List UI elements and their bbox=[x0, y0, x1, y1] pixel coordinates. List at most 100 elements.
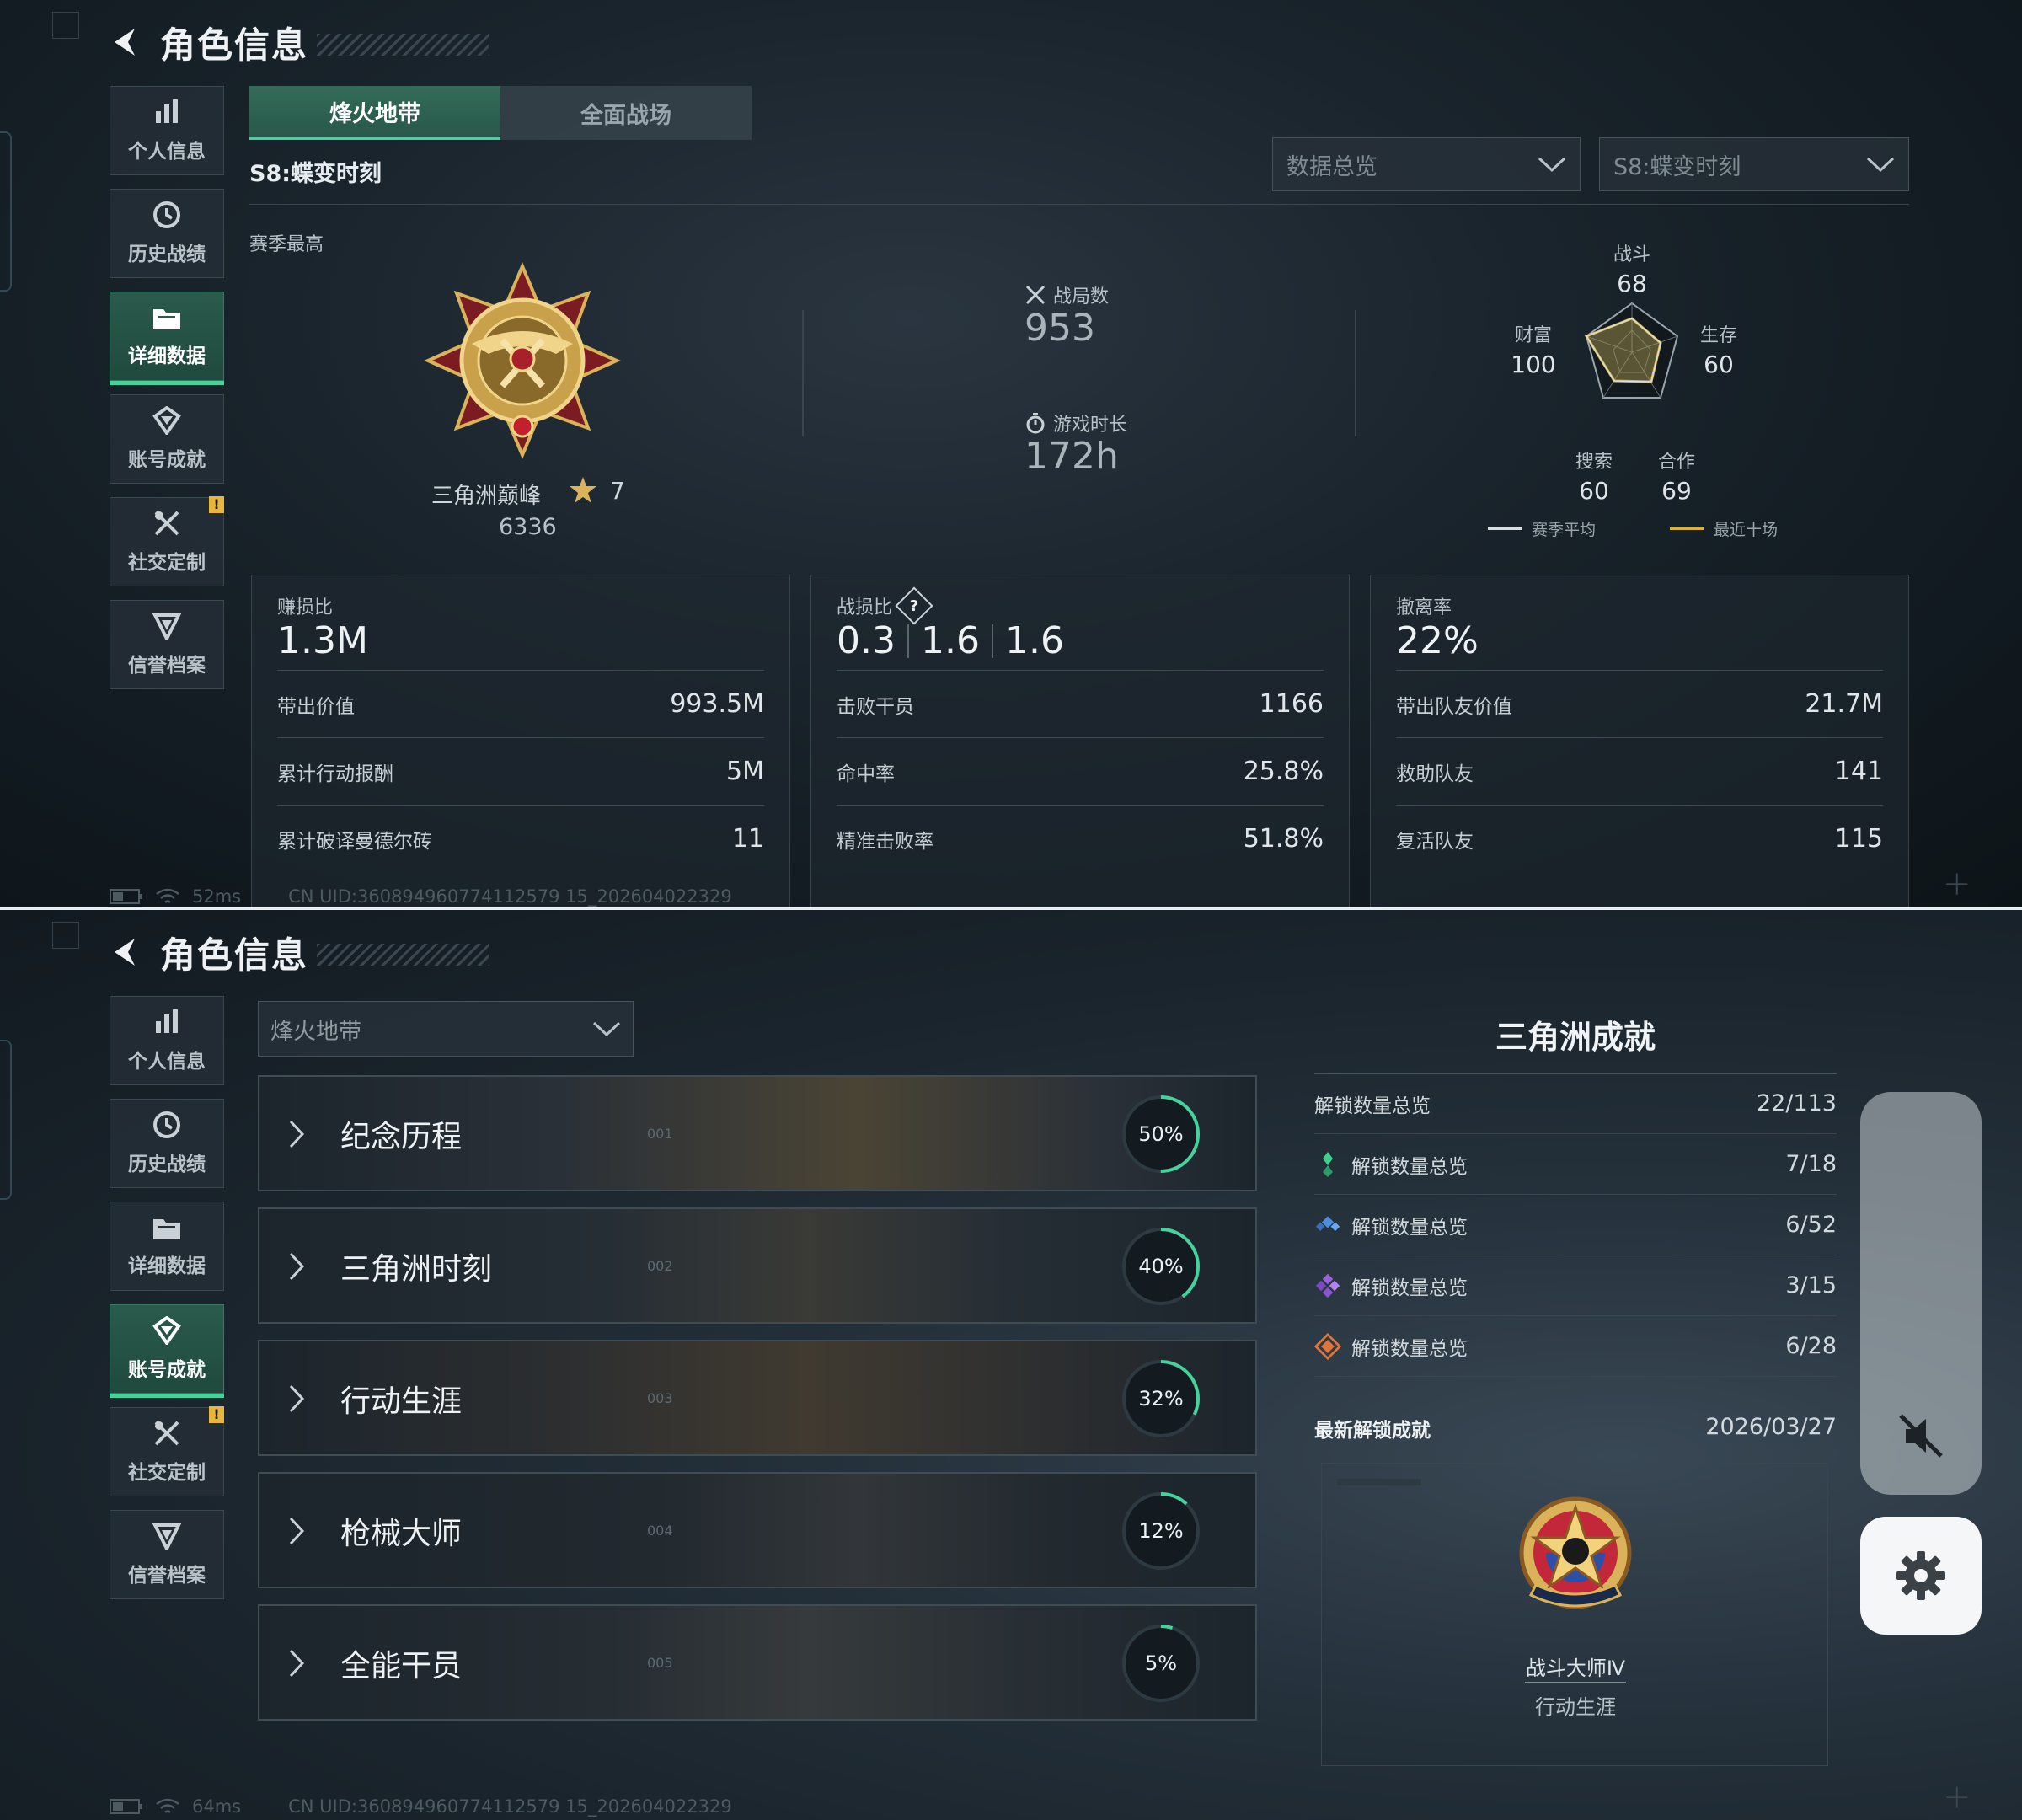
sidebar-item-detailed-data[interactable]: 详细数据 bbox=[110, 1202, 224, 1291]
data-overview-select[interactable]: 数据总览 bbox=[1272, 137, 1581, 191]
category-name: 纪念历程 bbox=[340, 1120, 463, 1154]
back-arrow-icon[interactable] bbox=[108, 24, 145, 61]
shield-icon bbox=[152, 1523, 181, 1550]
sidebar-item-achievements[interactable]: 账号成就 bbox=[110, 394, 224, 484]
corner-plus-icon: + bbox=[1943, 1778, 1971, 1817]
clock-icon bbox=[153, 201, 180, 228]
rank-stars: 7 bbox=[568, 475, 625, 506]
season-select[interactable]: S8:蝶变时刻 bbox=[1599, 137, 1909, 191]
green-gem-icon bbox=[1314, 1151, 1341, 1178]
playtime-value: 172h bbox=[1024, 435, 1119, 478]
unlock-tier-row: 解锁数量总览 7/18 bbox=[1314, 1134, 1837, 1195]
latest-unlock-date: 2026/03/27 bbox=[1705, 1414, 1837, 1440]
kd-ratio-card: 战损比 ? 0.3 1.6 1.6 击败干员 1166 命中率 25.8% 精准击败… bbox=[810, 575, 1350, 908]
clock-icon bbox=[153, 1111, 180, 1138]
divider bbox=[1355, 310, 1356, 436]
achievement-category-row[interactable]: 行动生涯 003 32% bbox=[258, 1340, 1257, 1456]
kd-value-1: 0.3 bbox=[837, 619, 896, 662]
page-header: 角色信息 bbox=[108, 17, 490, 67]
divider bbox=[249, 204, 1909, 205]
divider bbox=[802, 310, 804, 436]
sidebar-item-label: 个人信息 bbox=[128, 1051, 206, 1073]
radar-value-search: 60 bbox=[1579, 477, 1609, 505]
edge-bracket bbox=[0, 1040, 12, 1200]
unlock-tier-row: 解锁数量总览 6/52 bbox=[1314, 1195, 1837, 1255]
tier-value: 7/18 bbox=[1785, 1151, 1837, 1177]
user-uid: CN UID:360894960774112579 15_20260402232… bbox=[288, 886, 732, 907]
kd-value-2: 1.6 bbox=[920, 619, 980, 662]
category-index: 003 bbox=[647, 1390, 673, 1406]
card-label-row: 战损比 ? bbox=[837, 586, 933, 625]
rank-medal-emblem bbox=[421, 260, 623, 462]
stat-value: 21.7M bbox=[1805, 689, 1883, 719]
corner-plus-icon: + bbox=[1943, 864, 1971, 903]
category-index: 004 bbox=[647, 1523, 673, 1539]
sidebar-item-social[interactable]: 社交定制 ! bbox=[110, 1406, 224, 1496]
stat-row: 救助队友 141 bbox=[1396, 737, 1883, 805]
select-value: S8:蝶变时刻 bbox=[1613, 153, 1741, 180]
card-value-group: 0.3 1.6 1.6 bbox=[837, 619, 1064, 662]
mode-tabs: 烽火地带 全面战场 bbox=[249, 86, 752, 140]
sidebar-item-history[interactable]: 历史战绩 bbox=[110, 1099, 224, 1188]
progress-ring: 5% bbox=[1122, 1625, 1200, 1702]
separator bbox=[991, 624, 993, 658]
chevron-right-icon bbox=[289, 1649, 305, 1678]
mute-toggle-button[interactable] bbox=[1860, 1092, 1982, 1495]
stat-value: 1166 bbox=[1259, 689, 1324, 719]
page-title: 角色信息 bbox=[160, 934, 309, 975]
stat-key: 带出价值 bbox=[277, 695, 355, 718]
achievement-category-row[interactable]: 三角洲时刻 002 40% bbox=[258, 1207, 1257, 1324]
radar-value-combat: 68 bbox=[1617, 270, 1647, 297]
sidebar-item-label: 历史战绩 bbox=[128, 244, 206, 265]
achievement-category-row[interactable]: 枪械大师 004 12% bbox=[258, 1472, 1257, 1588]
stat-key: 带出队友价值 bbox=[1396, 695, 1512, 718]
folder-icon bbox=[153, 1219, 180, 1239]
sidebar-item-reputation[interactable]: 信誉档案 bbox=[110, 1510, 224, 1599]
latest-achievement-showcase[interactable] bbox=[1321, 1463, 1828, 1766]
legend-line bbox=[1670, 527, 1704, 530]
mode-select[interactable]: 烽火地带 bbox=[258, 1001, 634, 1057]
sidebar-item-detailed-data[interactable]: 详细数据 bbox=[110, 292, 224, 385]
achievement-category-row[interactable]: 全能干员 005 5% bbox=[258, 1604, 1257, 1721]
sidebar: 个人信息 历史战绩 详细数据 账号成就 社交定制 ! 信誉档案 bbox=[110, 86, 226, 703]
page-title: 角色信息 bbox=[160, 24, 309, 65]
sidebar-item-personal-info[interactable]: 个人信息 bbox=[110, 996, 224, 1085]
progress-ring: 50% bbox=[1122, 1095, 1200, 1173]
tier-label: 解锁数量总览 bbox=[1351, 1155, 1468, 1178]
back-arrow-icon[interactable] bbox=[108, 934, 145, 971]
stat-row: 命中率 25.8% bbox=[837, 737, 1324, 805]
ability-radar-chart: 战斗 68 生存 60 财富 100 搜索 60 合作 69 bbox=[1500, 236, 1769, 514]
sidebar-item-personal-info[interactable]: 个人信息 bbox=[110, 86, 224, 175]
legend-line bbox=[1488, 527, 1522, 530]
stat-key: 复活队友 bbox=[1396, 830, 1474, 853]
legend-label: 赛季平均 bbox=[1532, 521, 1597, 539]
progress-ring: 40% bbox=[1122, 1228, 1200, 1305]
chevron-right-icon bbox=[289, 1120, 305, 1148]
sidebar-item-label: 历史战绩 bbox=[128, 1154, 206, 1175]
tab-hazard-zone[interactable]: 烽火地带 bbox=[249, 86, 500, 140]
corner-marker bbox=[52, 922, 79, 949]
tab-full-battlefield[interactable]: 全面战场 bbox=[500, 86, 752, 140]
stopwatch-icon bbox=[1026, 413, 1045, 434]
sidebar-item-history[interactable]: 历史战绩 bbox=[110, 189, 224, 278]
sidebar-item-reputation[interactable]: 信誉档案 bbox=[110, 600, 224, 689]
rank-star-count: 7 bbox=[610, 476, 625, 505]
achievement-category-row[interactable]: 纪念历程 001 50% bbox=[258, 1075, 1257, 1191]
stat-value: 141 bbox=[1834, 757, 1883, 786]
sidebar-item-label: 信誉档案 bbox=[128, 1565, 206, 1587]
latest-unlock-row: 最新解锁成就 2026/03/27 bbox=[1314, 1414, 1837, 1443]
sidebar-item-achievements[interactable]: 账号成就 bbox=[110, 1304, 224, 1398]
chevron-down-icon bbox=[1866, 157, 1895, 173]
matches-label-row: 战局数 bbox=[1024, 281, 1109, 308]
category-name: 枪械大师 bbox=[340, 1517, 463, 1551]
decor-bar bbox=[1337, 1479, 1421, 1485]
progress-ring: 32% bbox=[1122, 1360, 1200, 1437]
stat-key: 精准击败率 bbox=[837, 830, 933, 853]
stat-key: 累计行动报酬 bbox=[277, 763, 393, 785]
achievements-screen: 角色信息 个人信息 历史战绩 详细数据 账号成就 社交定制 ! 信誉档案 烽火地… bbox=[0, 910, 2022, 1820]
svg-text:40%: 40% bbox=[1138, 1255, 1183, 1278]
radar-value-wealth: 100 bbox=[1511, 351, 1556, 378]
sidebar-item-social[interactable]: 社交定制 ! bbox=[110, 496, 224, 586]
settings-button[interactable] bbox=[1860, 1517, 1982, 1635]
wifi-icon bbox=[156, 1798, 179, 1813]
